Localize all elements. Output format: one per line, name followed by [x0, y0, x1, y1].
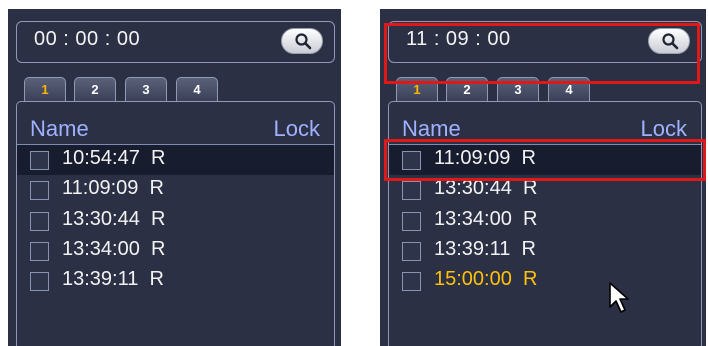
file-list: Name Lock 11:09:09 R 13:30:44 R 13:34:00… — [388, 101, 702, 346]
row-time: 13:34:00 — [62, 238, 140, 260]
row-flag: R — [150, 147, 166, 169]
row-time: 15:00:00 — [434, 268, 512, 290]
list-item[interactable]: 15:00:00 R — [389, 266, 701, 296]
row-checkbox[interactable] — [30, 272, 49, 291]
list-item[interactable]: 13:39:11 R — [17, 266, 334, 296]
row-time: 13:39:11 — [434, 238, 511, 260]
row-flag: R — [150, 238, 166, 260]
search-icon — [295, 33, 312, 50]
row-checkbox[interactable] — [30, 212, 49, 231]
row-checkbox[interactable] — [30, 242, 49, 261]
search-button[interactable] — [281, 28, 323, 54]
row-time: 13:34:00 — [434, 208, 512, 230]
row-flag: R — [150, 208, 166, 230]
row-checkbox[interactable] — [30, 181, 49, 200]
column-lock: Lock — [273, 116, 320, 141]
row-time: 13:39:11 — [62, 268, 139, 290]
row-flag: R — [521, 238, 536, 260]
row-time: 10:54:47 — [62, 147, 140, 169]
row-flag: R — [522, 208, 538, 230]
list-item[interactable]: 13:34:00 R — [17, 236, 334, 266]
row-checkbox[interactable] — [402, 181, 421, 200]
list-item[interactable]: 10:54:47 R — [17, 145, 334, 175]
row-checkbox[interactable] — [402, 272, 421, 291]
list-item[interactable]: 13:30:44 R — [17, 206, 334, 236]
tab-1[interactable]: 1 — [24, 77, 66, 101]
row-checkbox[interactable] — [402, 242, 421, 261]
tab-3[interactable]: 3 — [125, 77, 167, 101]
row-checkbox[interactable] — [30, 151, 49, 170]
file-list: Name Lock 10:54:47 R 11:09:09 R 13:30:44… — [16, 101, 335, 346]
row-time: 11:09:09 — [62, 177, 139, 199]
time-value: 00 : 00 : 00 — [34, 28, 141, 50]
list-item[interactable]: 11:09:09 R — [17, 175, 334, 205]
left-playback-panel: 00 : 00 : 00 1 2 3 4 Name Lock 10:54:47 … — [8, 9, 341, 346]
column-name: Name — [30, 116, 89, 141]
tab-4[interactable]: 4 — [176, 77, 218, 101]
list-item[interactable]: 13:34:00 R — [389, 206, 701, 236]
row-flag: R — [149, 268, 164, 290]
row-flag: R — [149, 177, 164, 199]
list-header: Name Lock — [17, 116, 334, 145]
mouse-cursor-icon — [609, 282, 629, 313]
time-input[interactable]: 00 : 00 : 00 — [16, 21, 335, 63]
list-item[interactable]: 13:39:11 R — [389, 236, 701, 266]
annotation-box-first-row — [384, 139, 706, 181]
annotation-box-time — [384, 23, 700, 84]
row-checkbox[interactable] — [402, 212, 421, 231]
row-time: 13:30:44 — [62, 208, 140, 230]
row-flag: R — [522, 268, 538, 290]
tab-2[interactable]: 2 — [74, 77, 116, 101]
